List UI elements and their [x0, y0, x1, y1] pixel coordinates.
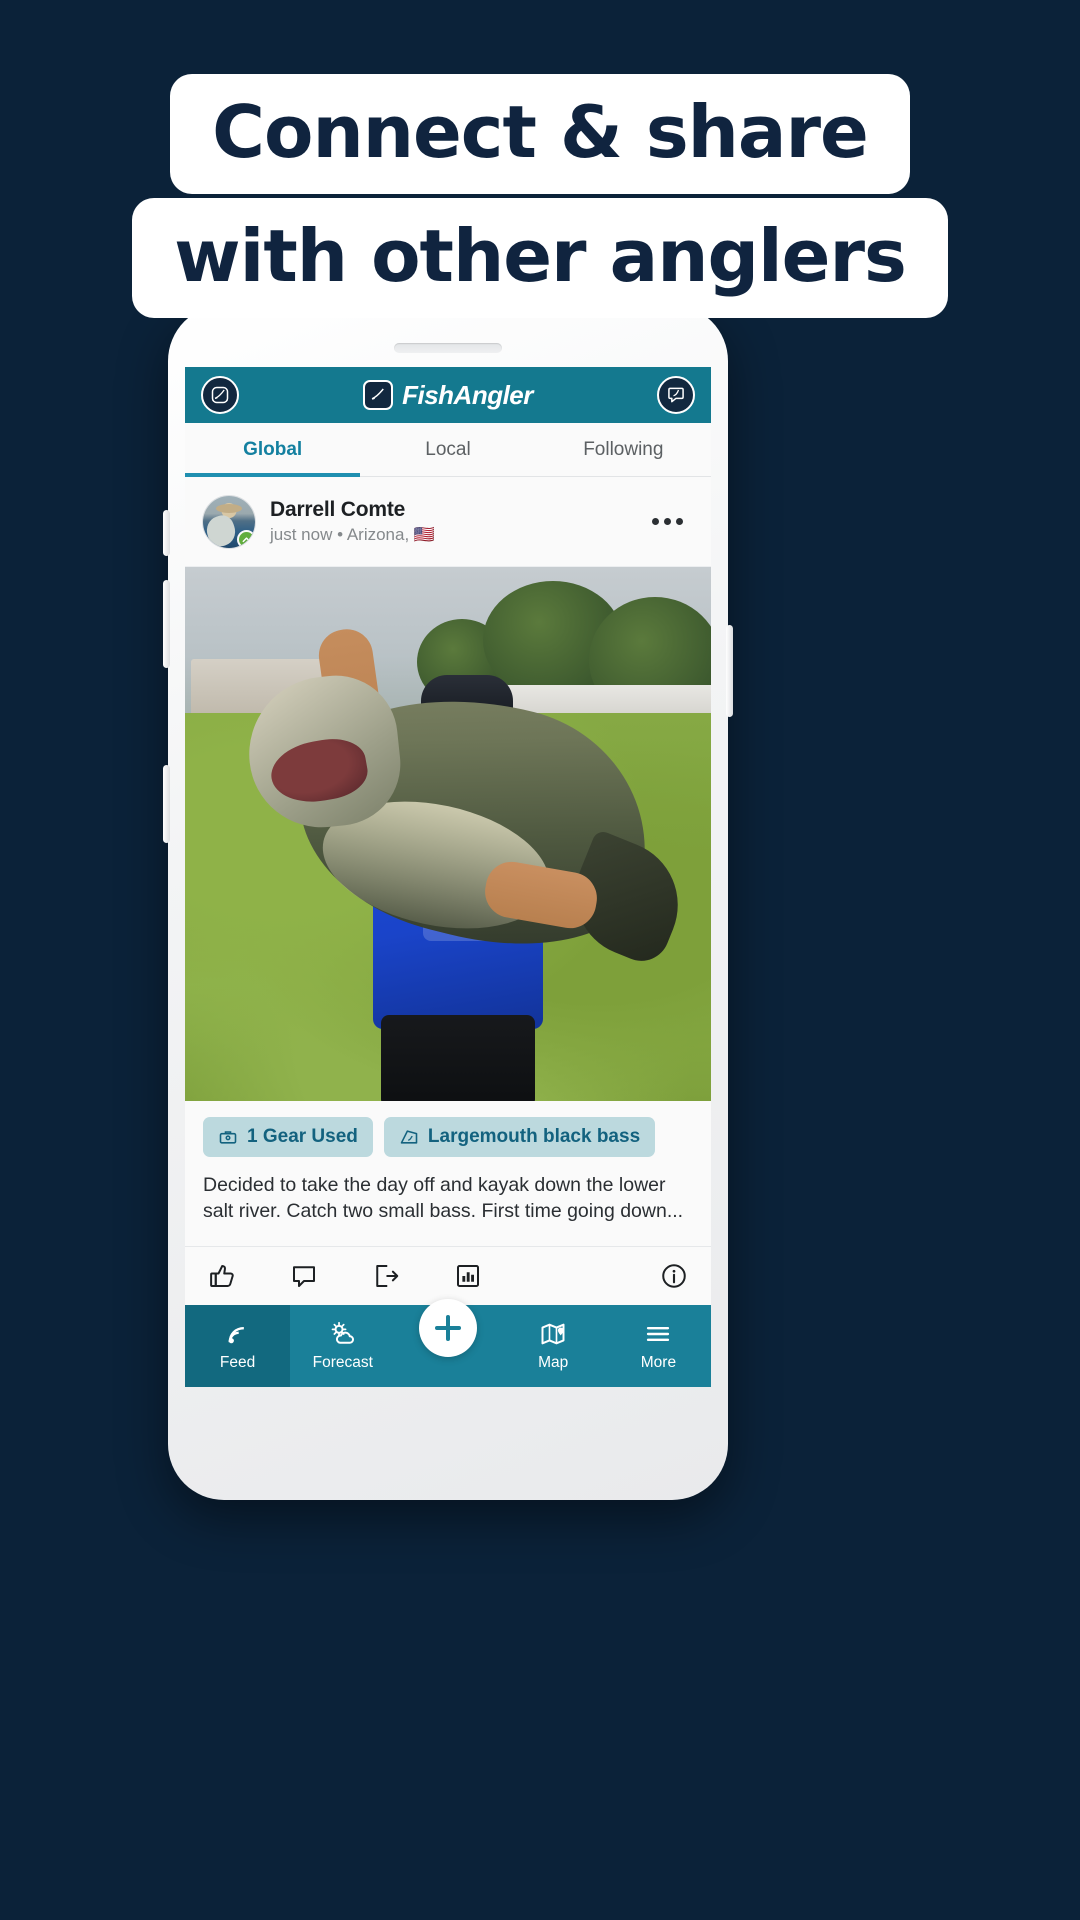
nav-item-forecast[interactable]: Forecast: [290, 1305, 395, 1387]
photo-fish: [241, 655, 698, 995]
fish-hook-glyph: [371, 388, 384, 400]
photo-person-shorts: [381, 1015, 535, 1101]
info-circle-icon: [662, 1264, 686, 1289]
bottom-navigation: Feed Forecast Map More: [185, 1299, 711, 1387]
nav-item-more-label: More: [640, 1354, 677, 1371]
tab-local-label: Local: [425, 438, 471, 460]
dot: [652, 518, 659, 525]
tag-species-label: Largemouth black bass: [427, 1126, 641, 1147]
tab-following[interactable]: Following: [536, 423, 711, 476]
avatar-hat-shape: [216, 503, 242, 513]
weather-sun-cloud-icon: [331, 1321, 354, 1344]
app-header: FishAngler: [185, 367, 711, 423]
nav-item-map[interactable]: Map: [501, 1305, 606, 1387]
tab-global-label: Global: [243, 438, 303, 460]
nav-item-more[interactable]: More: [606, 1305, 711, 1387]
dot: [676, 518, 683, 525]
promo-headline: Connect & share with other anglers: [0, 74, 1080, 318]
post-author-name: Darrell Comte: [270, 498, 406, 521]
phone-volume-button: [163, 580, 170, 668]
app-brand: FishAngler: [185, 380, 711, 411]
dot: [664, 518, 671, 525]
chat-glyph: [668, 387, 684, 403]
avatar-fish-shape: [203, 511, 239, 548]
brand-name: FishAngler: [402, 379, 533, 410]
avatar[interactable]: [203, 495, 255, 548]
nav-item-feed[interactable]: Feed: [185, 1305, 291, 1387]
share-button[interactable]: [371, 1261, 401, 1296]
plus-vertical-bar: [446, 1315, 450, 1341]
phone-power-button: [726, 625, 733, 717]
tacklebox-icon: [219, 1131, 237, 1144]
tab-local[interactable]: Local: [360, 423, 535, 476]
tag-species[interactable]: Largemouth black bass: [383, 1117, 656, 1157]
comment-bubble-icon: [293, 1266, 315, 1288]
post-header: Darrell Comte just now • Arizona, 🇺🇸: [185, 477, 711, 567]
post-photo[interactable]: [185, 567, 711, 1101]
share-arrow-icon: [376, 1265, 399, 1288]
post-tags: 1 Gear Used Largemouth black bass: [185, 1101, 711, 1163]
tag-gear-used-label: 1 Gear Used: [247, 1126, 358, 1147]
phone-mockup: FishAngler Global Local Following Darrel…: [163, 305, 733, 1500]
phone-screen: FishAngler Global Local Following Darrel…: [185, 367, 711, 1387]
phone-button-left-top: [163, 510, 170, 556]
verified-badge-icon: [237, 529, 255, 548]
tag-gear-used[interactable]: 1 Gear Used: [203, 1117, 373, 1157]
info-button[interactable]: [659, 1261, 689, 1296]
more-options-icon[interactable]: [642, 508, 693, 535]
nav-item-map-label: Map: [538, 1354, 569, 1371]
hamburger-menu-icon: [647, 1326, 670, 1342]
tab-global[interactable]: Global: [185, 423, 361, 477]
comment-button[interactable]: [289, 1261, 319, 1296]
stats-button[interactable]: [453, 1261, 483, 1296]
profile-avatar-icon[interactable]: [201, 376, 239, 414]
feed-tabs: Global Local Following: [185, 423, 711, 477]
nav-item-feed-label: Feed: [219, 1354, 256, 1371]
map-pin-icon: [541, 1323, 565, 1345]
post-caption: Decided to take the day off and kayak do…: [185, 1163, 711, 1247]
post-meta: just now • Arizona, 🇺🇸: [270, 525, 436, 544]
phone-earpiece-speaker: [394, 343, 502, 353]
add-plus-icon[interactable]: [419, 1299, 477, 1357]
headline-line-2: with other anglers: [132, 198, 948, 318]
post-author-block: Darrell Comte just now • Arizona, 🇺🇸: [270, 498, 435, 545]
feed-signal-icon: [228, 1327, 244, 1344]
headline-line-1: Connect & share: [170, 74, 910, 194]
nav-item-forecast-label: Forecast: [312, 1354, 373, 1371]
thumbs-up-icon: [210, 1265, 234, 1288]
tab-following-label: Following: [583, 438, 664, 460]
chat-bubble-icon[interactable]: [657, 376, 695, 414]
like-button[interactable]: [207, 1261, 237, 1296]
chevron-up-glyph: [242, 536, 251, 542]
fishangler-logo-icon: [363, 380, 394, 410]
bar-chart-icon: [457, 1265, 479, 1288]
phone-button-left-bottom: [163, 765, 170, 843]
fish-tag-icon: [400, 1130, 418, 1144]
nav-center-slot: [395, 1299, 500, 1387]
fishangler-mark-glyph: [211, 386, 229, 404]
